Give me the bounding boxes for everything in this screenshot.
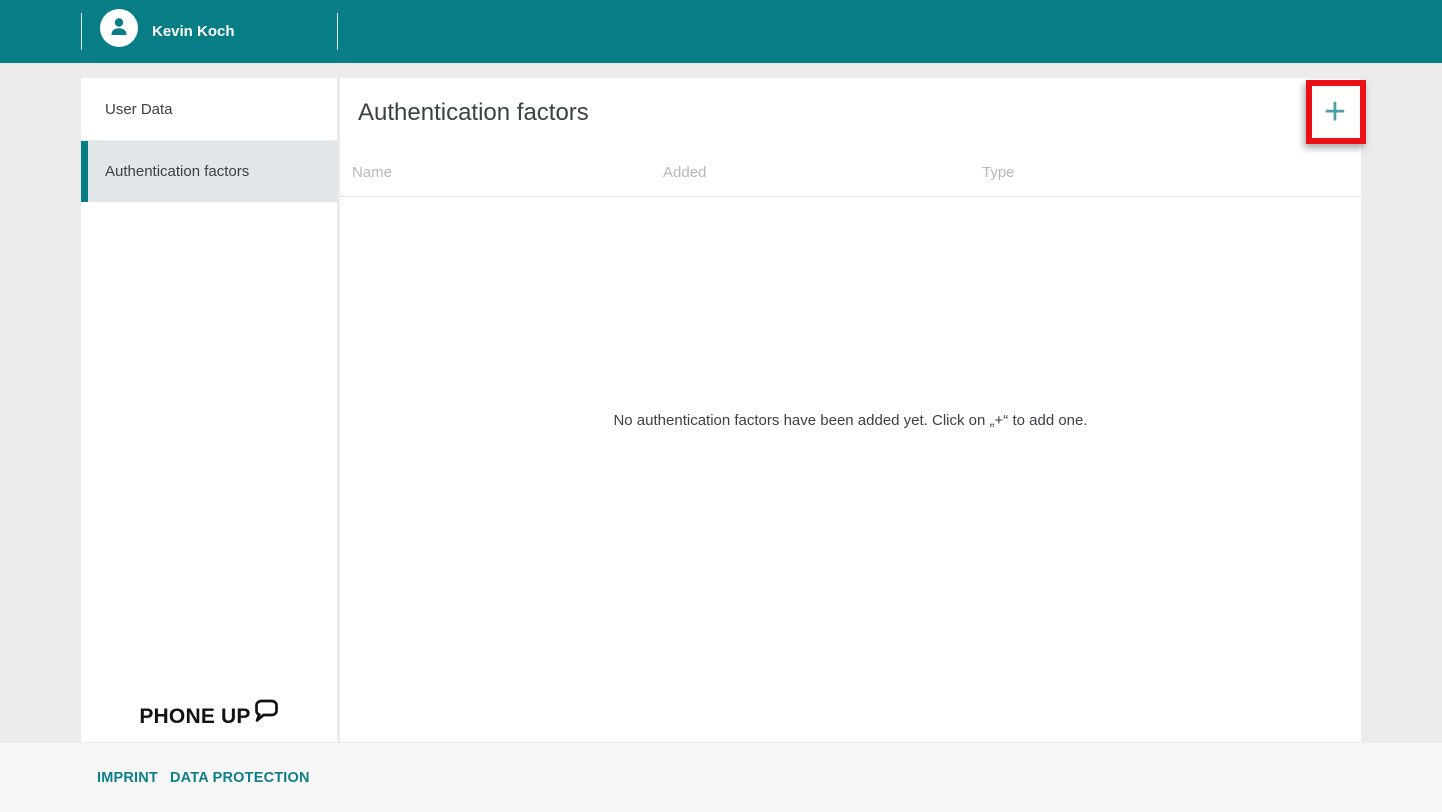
sidebar-item-user-data[interactable]: User Data [81, 78, 337, 141]
table-header-row: Name Added Type [340, 148, 1361, 197]
app-footer: IMPRINT DATA PROTECTION [0, 743, 1442, 812]
user-name: Kevin Koch [152, 0, 235, 63]
phoneup-logo: PHONE UP [81, 705, 337, 729]
app-header: Kevin Koch [0, 0, 1442, 63]
logo-text: PHONE UP [139, 705, 250, 729]
column-header-added: Added [663, 148, 706, 197]
sidebar-item-label: Authentication factors [105, 163, 249, 180]
header-divider-left [81, 13, 82, 50]
add-authentication-factor-button[interactable]: + [1313, 90, 1357, 134]
sidebar: User Data Authentication factors PHONE U… [81, 78, 337, 742]
header-divider-right [337, 13, 338, 50]
main-content: Authentication factors + Name Added Type… [340, 78, 1361, 742]
speech-bubble-icon [253, 699, 279, 728]
column-header-type: Type [982, 148, 1015, 197]
column-header-name: Name [352, 148, 392, 197]
sidebar-item-authentication-factors[interactable]: Authentication factors [81, 141, 337, 202]
avatar[interactable] [100, 9, 138, 47]
data-protection-link[interactable]: DATA PROTECTION [170, 770, 310, 786]
empty-state-message: No authentication factors have been adde… [340, 410, 1361, 432]
user-icon [107, 14, 131, 43]
imprint-link[interactable]: IMPRINT [97, 770, 158, 786]
sidebar-item-label: User Data [105, 101, 173, 118]
page-title: Authentication factors [358, 97, 589, 129]
